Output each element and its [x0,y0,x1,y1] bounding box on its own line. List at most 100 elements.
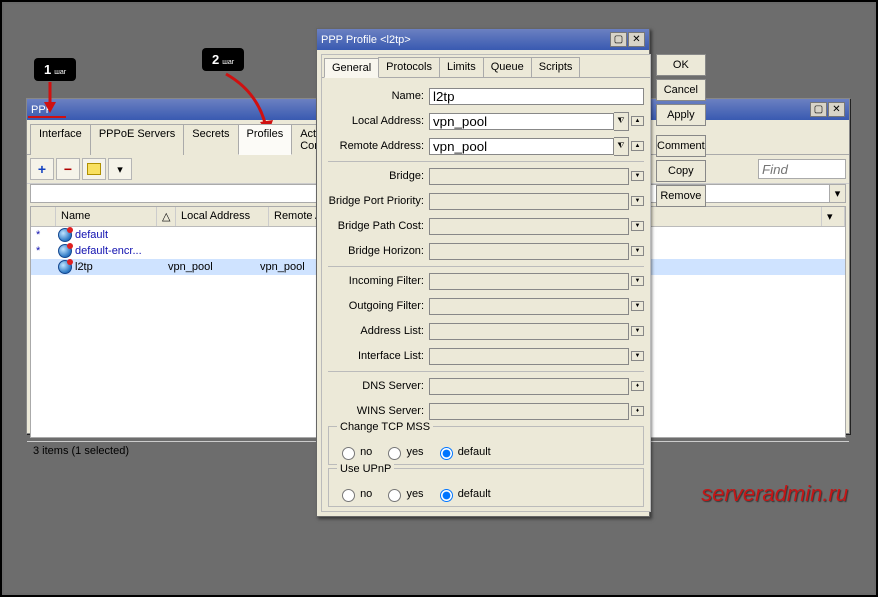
cancel-button[interactable]: Cancel [656,79,706,101]
wins-server-input[interactable] [429,403,629,420]
bpc-toggle[interactable]: ▼ [631,221,644,231]
ok-button[interactable]: OK [656,54,706,76]
row-flag [31,266,53,268]
bpp-toggle[interactable]: ▼ [631,196,644,206]
tab-general[interactable]: General [324,58,379,78]
profile-icon [58,260,72,274]
remote-address-toggle[interactable]: ▲ [631,141,644,151]
profile-icon [58,244,72,258]
watermark: serveradmin.ru [701,481,848,507]
bh-toggle[interactable]: ▼ [631,246,644,256]
col-sort-indicator[interactable]: △ [157,207,176,226]
remote-address-dropdown[interactable]: ⧨ [614,137,629,156]
annotation-step-2: 2шаг [202,48,244,71]
dialog-titlebar[interactable]: PPP Profile <l2tp> ▢ ✕ [317,29,649,50]
row-flag: * [31,228,53,242]
copy-button[interactable]: Copy [656,160,706,182]
add-button[interactable]: + [30,158,54,180]
ppp-close-button[interactable]: ✕ [828,102,845,117]
col-local[interactable]: Local Address [176,207,269,226]
wins-toggle[interactable]: ♦ [631,406,644,416]
plus-icon: + [38,161,46,177]
remove-button[interactable]: − [56,158,80,180]
tab-pppoe-servers[interactable]: PPPoE Servers [90,124,184,155]
annotation-step-1: 1шаг [34,58,76,81]
if-toggle[interactable]: ▼ [631,276,644,286]
col-more-indicator[interactable]: ▾ [822,207,845,226]
tab-queue[interactable]: Queue [483,57,532,77]
profile-dialog: PPP Profile <l2tp> ▢ ✕ General Protocols… [316,28,650,517]
of-toggle[interactable]: ▼ [631,301,644,311]
outgoing-filter-label: Outgoing Filter: [328,300,429,312]
remote-address-label: Remote Address: [328,140,429,152]
dialog-tabs: General Protocols Limits Queue Scripts [322,55,650,78]
upnp-no-option[interactable]: no [337,488,372,500]
find-input[interactable] [758,159,846,179]
bridge-path-cost-label: Bridge Path Cost: [328,220,429,232]
filter-button[interactable]: ▾ [108,158,132,180]
remove-button[interactable]: Remove [656,185,706,207]
name-label: Name: [328,90,429,102]
remote-address-input[interactable] [429,138,614,155]
incoming-filter-input[interactable] [429,273,629,290]
bridge-label: Bridge: [328,170,429,182]
change-tcp-mss-group: Change TCP MSS no yes default [328,426,644,465]
bridge-toggle[interactable]: ▼ [631,171,644,181]
dns-server-input[interactable] [429,378,629,395]
row-local [163,234,255,236]
tab-limits[interactable]: Limits [439,57,484,77]
dialog-title: PPP Profile <l2tp> [321,34,411,46]
comment-button[interactable] [82,158,106,180]
property-panel: General Protocols Limits Queue Scripts N… [321,54,651,512]
tab-scripts[interactable]: Scripts [531,57,581,77]
tab-protocols[interactable]: Protocols [378,57,440,77]
interface-list-input[interactable] [429,348,629,365]
note-icon [87,163,101,175]
col-name[interactable]: Name [56,207,157,226]
row-local: vpn_pool [163,260,255,274]
upnp-default-option[interactable]: default [435,488,491,500]
address-list-input[interactable] [429,323,629,340]
al-toggle[interactable]: ▼ [631,326,644,336]
row-name: l2tp [75,261,93,273]
bridge-horizon-input[interactable] [429,243,629,260]
mss-yes-option[interactable]: yes [383,446,423,458]
name-input[interactable] [429,88,644,105]
mss-legend: Change TCP MSS [337,421,433,433]
comment-button[interactable]: Comment [656,135,706,157]
mss-default-option[interactable]: default [435,446,491,458]
general-form: Name: Local Address: ⧨ ▲ Remote Address:… [322,78,650,511]
dns-toggle[interactable]: ♦ [631,381,644,391]
apply-button[interactable]: Apply [656,104,706,126]
profile-icon [58,228,72,242]
ppp-title: PPP [31,104,53,116]
minus-icon: − [64,161,72,177]
dialog-close-button[interactable]: ✕ [628,32,645,47]
outgoing-filter-input[interactable] [429,298,629,315]
ppp-restore-button[interactable]: ▢ [810,102,827,117]
address-list-label: Address List: [328,325,429,337]
row-name: default [75,229,108,241]
bridge-horizon-label: Bridge Horizon: [328,245,429,257]
bridge-input[interactable] [429,168,629,185]
upnp-legend: Use UPnP [337,463,394,475]
incoming-filter-label: Incoming Filter: [328,275,429,287]
bridge-path-cost-input[interactable] [429,218,629,235]
annotation-underline-ppp [28,116,66,118]
local-address-toggle[interactable]: ▲ [631,116,644,126]
tab-profiles[interactable]: Profiles [238,124,293,155]
funnel-icon: ▾ [117,163,123,176]
dialog-buttons: OK Cancel Apply Comment Copy Remove [656,54,706,512]
local-address-input[interactable] [429,113,614,130]
row-name: default-encr... [75,245,142,257]
mss-no-option[interactable]: no [337,446,372,458]
dialog-restore-button[interactable]: ▢ [610,32,627,47]
dns-server-label: DNS Server: [328,380,429,392]
local-address-dropdown[interactable]: ⧨ [614,112,629,131]
il-toggle[interactable]: ▼ [631,351,644,361]
tab-interface[interactable]: Interface [30,124,91,155]
tab-secrets[interactable]: Secrets [183,124,238,155]
interface-list-label: Interface List: [328,350,429,362]
upnp-yes-option[interactable]: yes [383,488,423,500]
bridge-port-priority-input[interactable] [429,193,629,210]
